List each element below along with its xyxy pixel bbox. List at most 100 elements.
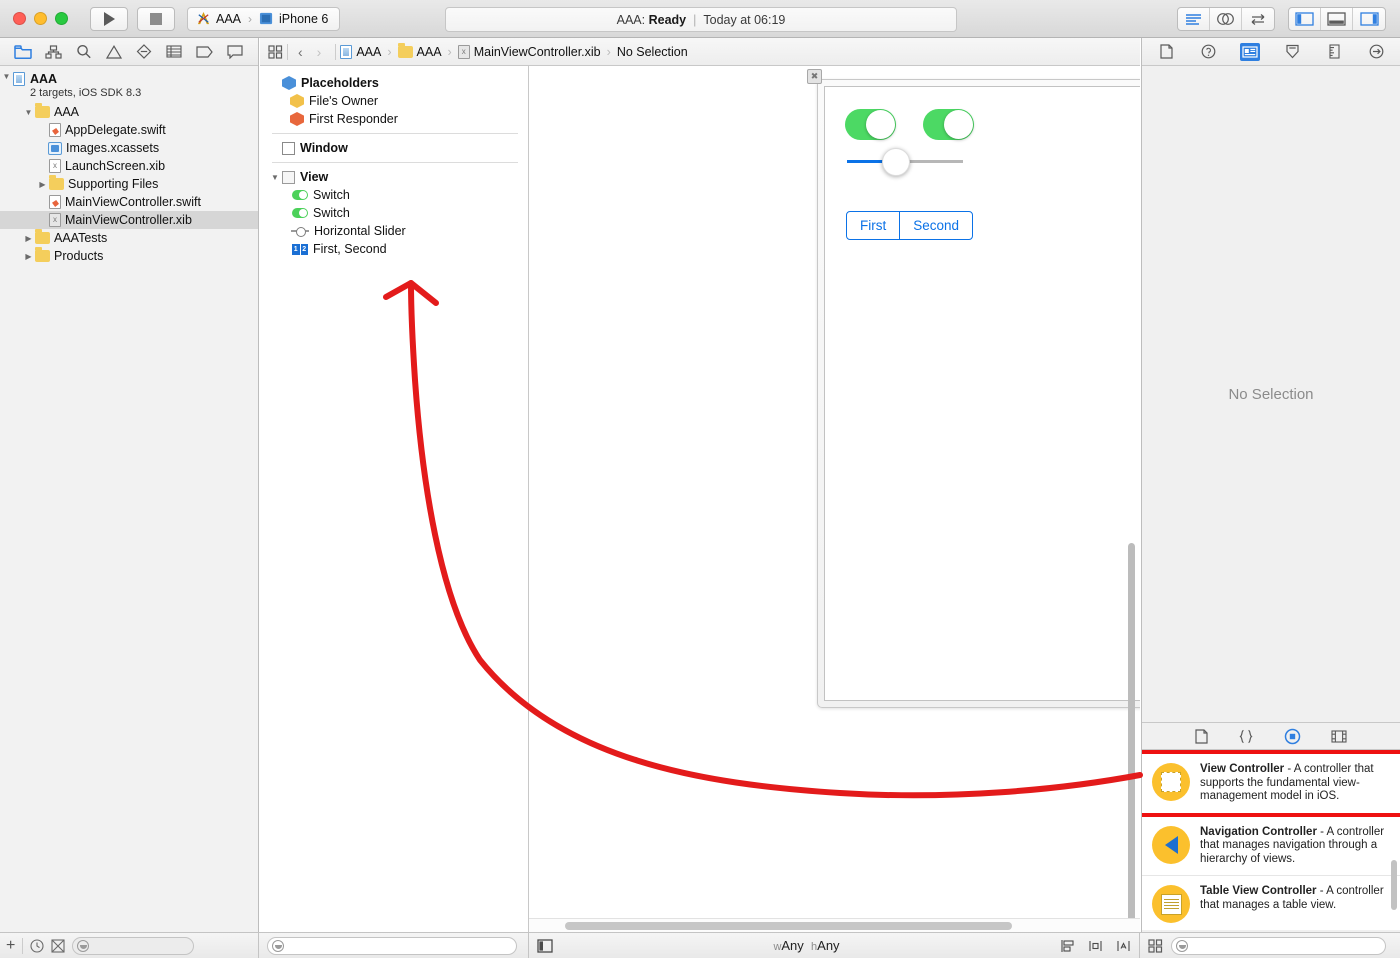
table-view-controller-icon <box>1152 885 1190 923</box>
toggle-utilities-button[interactable] <box>1353 8 1385 30</box>
disclosure-triangle-icon[interactable]: ▼ <box>22 108 35 117</box>
library-layout-icon[interactable] <box>1148 938 1163 953</box>
outline-filter-field[interactable] <box>267 936 517 955</box>
code-snippet-library-icon[interactable] <box>1238 729 1254 744</box>
canvas-vertical-scrollbar[interactable] <box>1128 543 1135 928</box>
library-item-text: Navigation Controller - A controller tha… <box>1200 826 1388 867</box>
version-editor-button[interactable] <box>1242 8 1274 30</box>
library-tab-bar[interactable] <box>1142 722 1400 750</box>
assistant-editor-icon <box>1217 13 1234 25</box>
switch-right[interactable] <box>923 109 974 140</box>
quick-help-icon[interactable] <box>1198 43 1218 61</box>
outline-row-segmented-control[interactable]: 12 First, Second <box>260 240 528 258</box>
navigator-filter-field[interactable] <box>72 936 195 955</box>
tree-row-supporting-files[interactable]: ▶ Supporting Files <box>0 175 258 193</box>
outline-row-switch-2[interactable]: Switch <box>260 204 528 222</box>
outline-row-first-responder[interactable]: First Responder <box>260 110 528 128</box>
outline-row-window[interactable]: Window <box>260 139 528 157</box>
segment-first[interactable]: First <box>847 212 901 239</box>
disclosure-triangle-icon[interactable]: ▼ <box>268 173 282 182</box>
scheme-selector[interactable]: AAA › iPhone 6 <box>187 6 341 31</box>
view-canvas[interactable]: ✖ First Second <box>807 69 1140 708</box>
size-inspector-icon[interactable] <box>1324 43 1344 61</box>
outline-row-switch-1[interactable]: Switch <box>260 186 528 204</box>
debug-navigator-icon[interactable] <box>163 42 185 62</box>
toggle-outline-icon[interactable] <box>537 938 553 953</box>
close-icon[interactable]: ✖ <box>807 69 822 84</box>
tree-row-images-xcassets[interactable]: Images.xcassets <box>0 139 258 157</box>
symbol-navigator-icon[interactable] <box>42 42 64 62</box>
related-items-icon[interactable] <box>268 44 283 59</box>
horizontal-slider[interactable] <box>847 148 963 176</box>
navigator-tab-bar[interactable] <box>0 38 258 66</box>
toggle-navigator-button[interactable] <box>1289 8 1321 30</box>
disclosure-triangle-icon[interactable]: ▶ <box>22 234 35 243</box>
disclosure-triangle-icon[interactable]: ▶ <box>22 252 35 261</box>
segment-second[interactable]: Second <box>900 212 972 239</box>
media-library-icon[interactable] <box>1331 729 1347 743</box>
inspector-tab-bar[interactable] <box>1142 38 1400 66</box>
tree-row-mainviewcontroller-xib[interactable]: MainViewController.xib <box>0 211 258 229</box>
outline-row-files-owner[interactable]: File's Owner <box>260 92 528 110</box>
tree-row-mainviewcontroller-swift[interactable]: MainViewController.swift <box>0 193 258 211</box>
switch-left[interactable] <box>845 109 896 140</box>
identity-inspector-icon[interactable] <box>1240 42 1260 61</box>
outline-row-horizontal-slider[interactable]: Horizontal Slider <box>260 222 528 240</box>
breadcrumb-item-file[interactable]: MainViewController.xib <box>457 44 601 59</box>
tree-row-project[interactable]: ▼ AAA 2 targets, iOS SDK 8.3 <box>0 71 258 103</box>
clock-icon[interactable] <box>30 938 44 953</box>
run-button[interactable] <box>90 6 128 31</box>
breadcrumb-item-selection[interactable]: No Selection <box>617 45 688 59</box>
close-window-button[interactable] <box>13 12 26 25</box>
size-class-indicator[interactable]: wAny hAny <box>773 938 839 953</box>
test-navigator-icon[interactable] <box>133 42 155 62</box>
tree-row-aaatests[interactable]: ▶ AAATests <box>0 229 258 247</box>
breadcrumb-item-project[interactable]: AAA <box>340 44 381 59</box>
outline-row-placeholders[interactable]: Placeholders <box>260 74 528 92</box>
tree-row-products[interactable]: ▶ Products <box>0 247 258 265</box>
outline-row-view[interactable]: ▼ View <box>260 168 528 186</box>
standard-editor-button[interactable] <box>1178 8 1210 30</box>
tree-row-group-aaa[interactable]: ▼ AAA <box>0 103 258 121</box>
project-navigator-icon[interactable] <box>12 42 34 62</box>
tree-row-appdelegate[interactable]: AppDelegate.swift <box>0 121 258 139</box>
tree-row-launchscreen-xib[interactable]: LaunchScreen.xib <box>0 157 258 175</box>
add-button[interactable]: + <box>6 937 15 955</box>
disclosure-triangle-icon[interactable]: ▶ <box>36 180 49 189</box>
interface-builder-canvas[interactable]: ✖ First Second <box>529 66 1140 932</box>
library-scrollbar[interactable] <box>1391 860 1397 910</box>
resolve-issues-icon[interactable] <box>1116 939 1131 953</box>
file-template-library-icon[interactable] <box>1195 728 1208 744</box>
library-item-table-view-controller[interactable]: Table View Controller - A controller tha… <box>1142 876 1400 930</box>
editor-mode-segmented[interactable] <box>1177 7 1275 31</box>
object-library-icon[interactable] <box>1284 728 1301 745</box>
disclosure-triangle-icon[interactable]: ▼ <box>0 72 13 81</box>
library-item-view-controller[interactable]: View Controller - A controller that supp… <box>1142 750 1400 817</box>
navigate-forward-button[interactable]: › <box>317 44 322 60</box>
canvas-horizontal-scrollbar[interactable] <box>529 918 1140 932</box>
report-navigator-icon[interactable] <box>224 42 246 62</box>
library-filter-field[interactable] <box>1171 936 1386 955</box>
attributes-inspector-icon[interactable] <box>1282 43 1302 61</box>
library-item-navigation-controller[interactable]: Navigation Controller - A controller tha… <box>1142 817 1400 876</box>
minimize-window-button[interactable] <box>34 12 47 25</box>
breakpoint-navigator-icon[interactable] <box>194 42 216 62</box>
source-control-icon[interactable] <box>51 938 65 953</box>
view-toggles-segmented[interactable] <box>1288 7 1386 31</box>
navigate-back-button[interactable]: ‹ <box>298 44 303 60</box>
slider-thumb[interactable] <box>882 148 910 176</box>
segmented-control[interactable]: First Second <box>846 211 974 240</box>
issue-navigator-icon[interactable] <box>103 42 125 62</box>
toggle-debug-area-button[interactable] <box>1321 8 1353 30</box>
align-icon[interactable] <box>1060 939 1075 953</box>
find-navigator-icon[interactable] <box>73 42 95 62</box>
stop-button[interactable] <box>137 6 175 31</box>
breadcrumb-item-group[interactable]: AAA <box>397 42 442 59</box>
assistant-editor-button[interactable] <box>1210 8 1242 30</box>
connections-inspector-icon[interactable] <box>1366 43 1386 61</box>
zoom-window-button[interactable] <box>55 12 68 25</box>
object-library-list[interactable]: View Controller - A controller that supp… <box>1142 750 1400 930</box>
file-inspector-icon[interactable] <box>1156 43 1176 61</box>
pin-icon[interactable] <box>1088 939 1103 953</box>
scrollbar-thumb[interactable] <box>565 922 1012 930</box>
